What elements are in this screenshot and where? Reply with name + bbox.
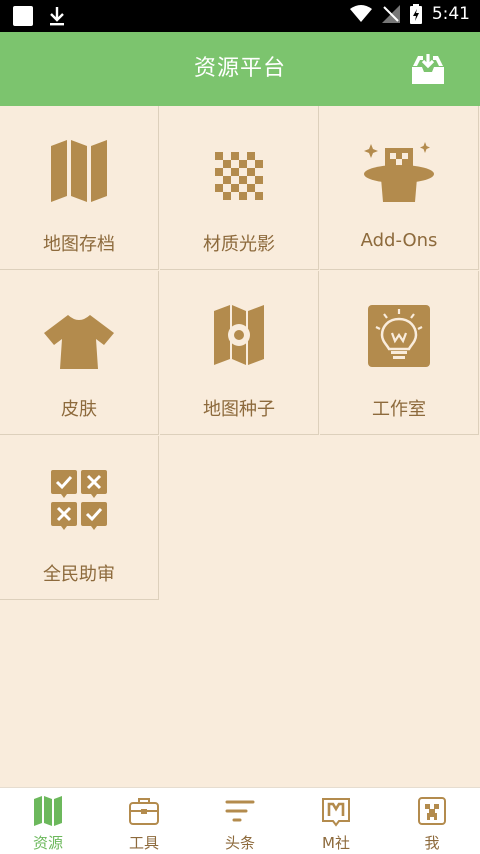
tab-m-community[interactable]: M社	[288, 788, 384, 854]
m-community-icon	[322, 798, 350, 827]
headlines-icon	[225, 800, 255, 822]
creeper-face-icon	[418, 797, 446, 825]
grid-item-map-archive[interactable]: 地图存档	[0, 106, 159, 270]
app-bar: 资源平台	[0, 32, 480, 106]
page-title: 资源平台	[193, 56, 286, 81]
grid-item-addons[interactable]: Add-Ons	[320, 106, 479, 270]
wifi-icon	[349, 5, 372, 22]
notification-square-icon	[13, 6, 33, 26]
tab-label: M社	[322, 834, 350, 852]
folded-map-icon	[51, 140, 107, 202]
tab-me[interactable]: 我	[384, 788, 480, 854]
grid-item-label: 材质光影	[203, 234, 275, 255]
tab-headlines[interactable]: 头条	[192, 788, 288, 854]
grid-item-textures[interactable]: 材质光影	[160, 106, 319, 270]
tshirt-icon	[44, 315, 114, 369]
grid-item-label: 皮肤	[61, 399, 97, 420]
tab-label: 资源	[32, 834, 63, 852]
tab-label: 头条	[224, 834, 255, 852]
status-bar: 5:41	[0, 0, 480, 32]
grid-item-label: 工作室	[372, 399, 426, 420]
review-checklist-icon	[51, 470, 107, 530]
grid-item-review[interactable]: 全民助审	[0, 436, 159, 600]
grid-item-skins[interactable]: 皮肤	[0, 271, 159, 435]
studio-lightbulb-icon	[368, 305, 430, 367]
grid-item-map-seeds[interactable]: 地图种子	[160, 271, 319, 435]
battery-charging-icon	[409, 4, 422, 24]
checkerboard-icon	[215, 152, 263, 200]
tab-label: 工具	[128, 834, 159, 852]
grid-item-label: Add-Ons	[360, 230, 438, 251]
bottom-tab-bar: 资源 工具 头条 M社 我	[0, 787, 480, 854]
grid-item-label: 地图存档	[43, 234, 115, 255]
grid-item-label: 地图种子	[203, 399, 275, 420]
download-notification-icon	[50, 7, 64, 26]
map-seed-icon	[214, 305, 264, 365]
grid-item-studio[interactable]: 工作室	[320, 271, 479, 435]
tab-tools[interactable]: 工具	[96, 788, 192, 854]
tab-resources[interactable]: 资源	[0, 788, 96, 854]
no-signal-icon	[381, 5, 400, 23]
grid-item-label: 全民助审	[43, 564, 115, 585]
status-time: 5:41	[431, 4, 470, 24]
map-icon	[34, 796, 62, 826]
magic-hat-icon	[364, 142, 434, 202]
toolbox-icon	[129, 798, 159, 825]
download-manager-button[interactable]	[410, 52, 446, 86]
tab-label: 我	[424, 834, 440, 852]
